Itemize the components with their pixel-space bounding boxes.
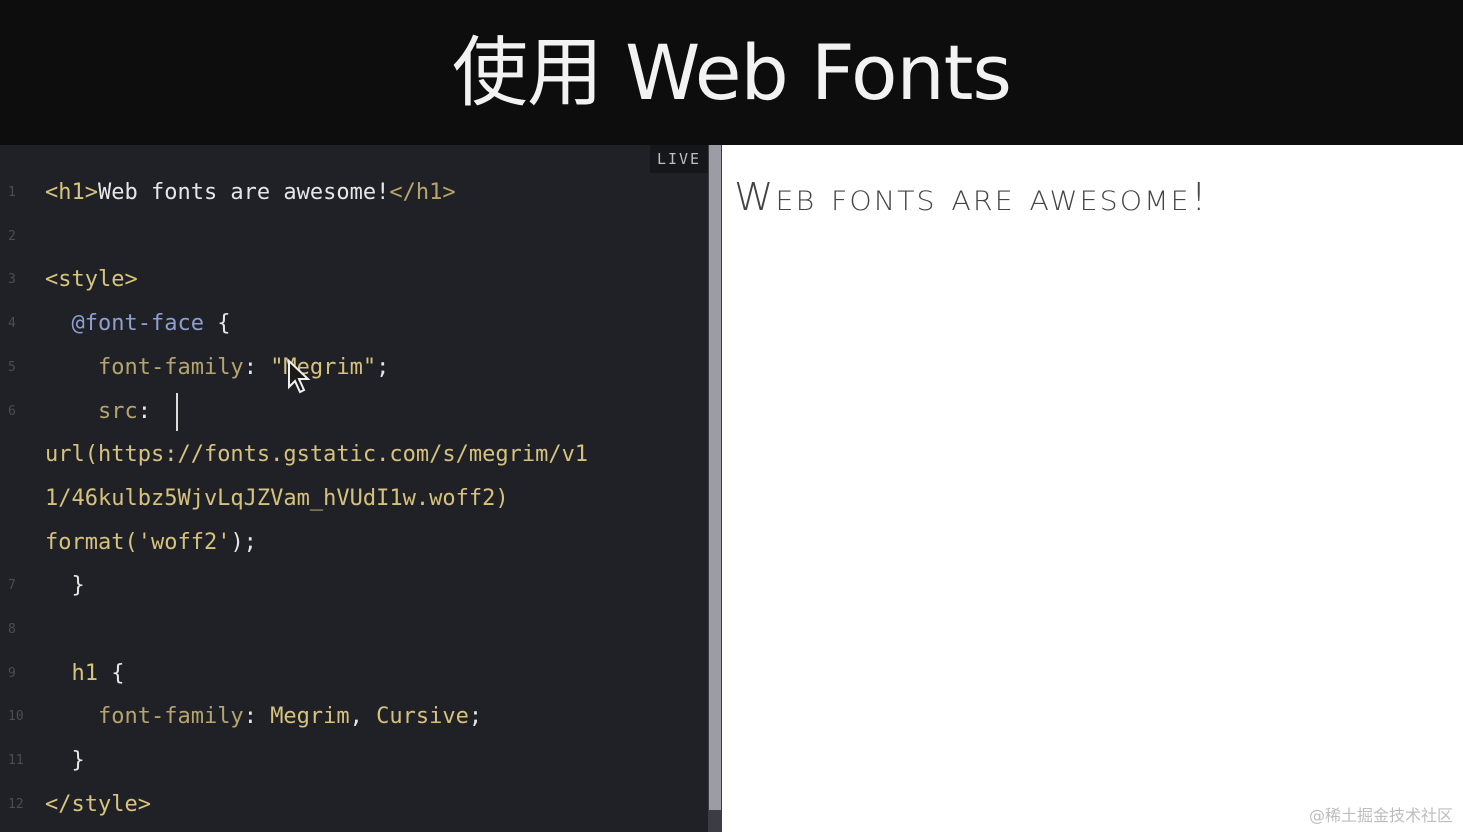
mouse-pointer-icon bbox=[288, 359, 311, 394]
text-caret bbox=[176, 393, 178, 431]
code-line[interactable]: format('woff2'); bbox=[0, 521, 708, 565]
code-line[interactable]: 8 bbox=[0, 608, 708, 652]
code-line[interactable]: 6 src: bbox=[0, 390, 708, 434]
line-number: 3 bbox=[8, 272, 16, 288]
code-text: <h1>Web fonts are awesome!</h1> bbox=[45, 180, 456, 205]
code-line[interactable]: 12 </style> bbox=[0, 783, 708, 827]
code-text: } bbox=[45, 573, 85, 599]
page-title: 使用 Web Fonts bbox=[451, 27, 1012, 117]
code-text: @font-face { bbox=[71, 311, 231, 337]
code-text: font-family: "Megrim"; bbox=[97, 354, 390, 380]
code-line[interactable]: 1/46kulbz5WjvLqJZVam_hVUdI1w.woff2) bbox=[0, 477, 708, 521]
title-bar: 使用 Web Fonts bbox=[0, 0, 1463, 145]
code-line[interactable]: 11 } bbox=[0, 739, 708, 783]
preview-heading: Web fonts are awesome! bbox=[734, 175, 1209, 219]
code-line[interactable]: 10 font-family: Megrim, Cursive; bbox=[0, 695, 708, 739]
code-text: src: bbox=[97, 398, 151, 424]
line-number: 12 bbox=[8, 796, 24, 812]
code-line[interactable]: 1 <h1>Web fonts are awesome!</h1> bbox=[0, 171, 708, 215]
line-number: 2 bbox=[8, 228, 16, 244]
live-preview-pane: Web fonts are awesome! bbox=[722, 145, 1463, 832]
line-number: 10 bbox=[8, 709, 24, 725]
line-number: 8 bbox=[8, 622, 16, 637]
code-line[interactable]: 9 h1 { bbox=[0, 652, 708, 696]
splitter-handle[interactable] bbox=[709, 145, 721, 810]
code-text: 1/46kulbz5WjvLqJZVam_hVUdI1w.woff2) bbox=[45, 485, 509, 511]
line-number: 5 bbox=[8, 359, 16, 375]
code-text: url(https://fonts.gstatic.com/s/megrim/v… bbox=[45, 442, 589, 468]
line-number: 11 bbox=[8, 753, 24, 769]
line-number: 9 bbox=[8, 665, 16, 681]
code-line[interactable]: 3 <style> bbox=[0, 258, 708, 302]
line-number: 1 bbox=[8, 185, 16, 200]
code-text: <style> bbox=[45, 267, 138, 293]
code-text: font-family: Megrim, Cursive; bbox=[97, 704, 483, 730]
live-badge: LIVE bbox=[650, 145, 708, 173]
code-text: } bbox=[45, 748, 85, 774]
code-line[interactable]: 7 } bbox=[0, 564, 708, 608]
code-text: format('woff2'); bbox=[45, 529, 257, 555]
line-number: 6 bbox=[8, 403, 16, 419]
line-number: 4 bbox=[8, 316, 16, 332]
code-text: </style> bbox=[45, 791, 151, 817]
code-text: h1 { bbox=[71, 660, 125, 686]
line-number: 7 bbox=[8, 578, 16, 594]
code-line[interactable]: 5 font-family: "Megrim"; bbox=[0, 346, 708, 390]
code-editor[interactable]: 1 <h1>Web fonts are awesome!</h1> 2 3 <style… bbox=[0, 145, 708, 832]
code-line[interactable]: url(https://fonts.gstatic.com/s/megrim/v… bbox=[0, 433, 708, 477]
code-line[interactable]: 4 @font-face { bbox=[0, 302, 708, 346]
watermark: @稀土掘金技术社区 bbox=[1308, 806, 1453, 825]
code-line[interactable]: 2 bbox=[0, 215, 708, 259]
